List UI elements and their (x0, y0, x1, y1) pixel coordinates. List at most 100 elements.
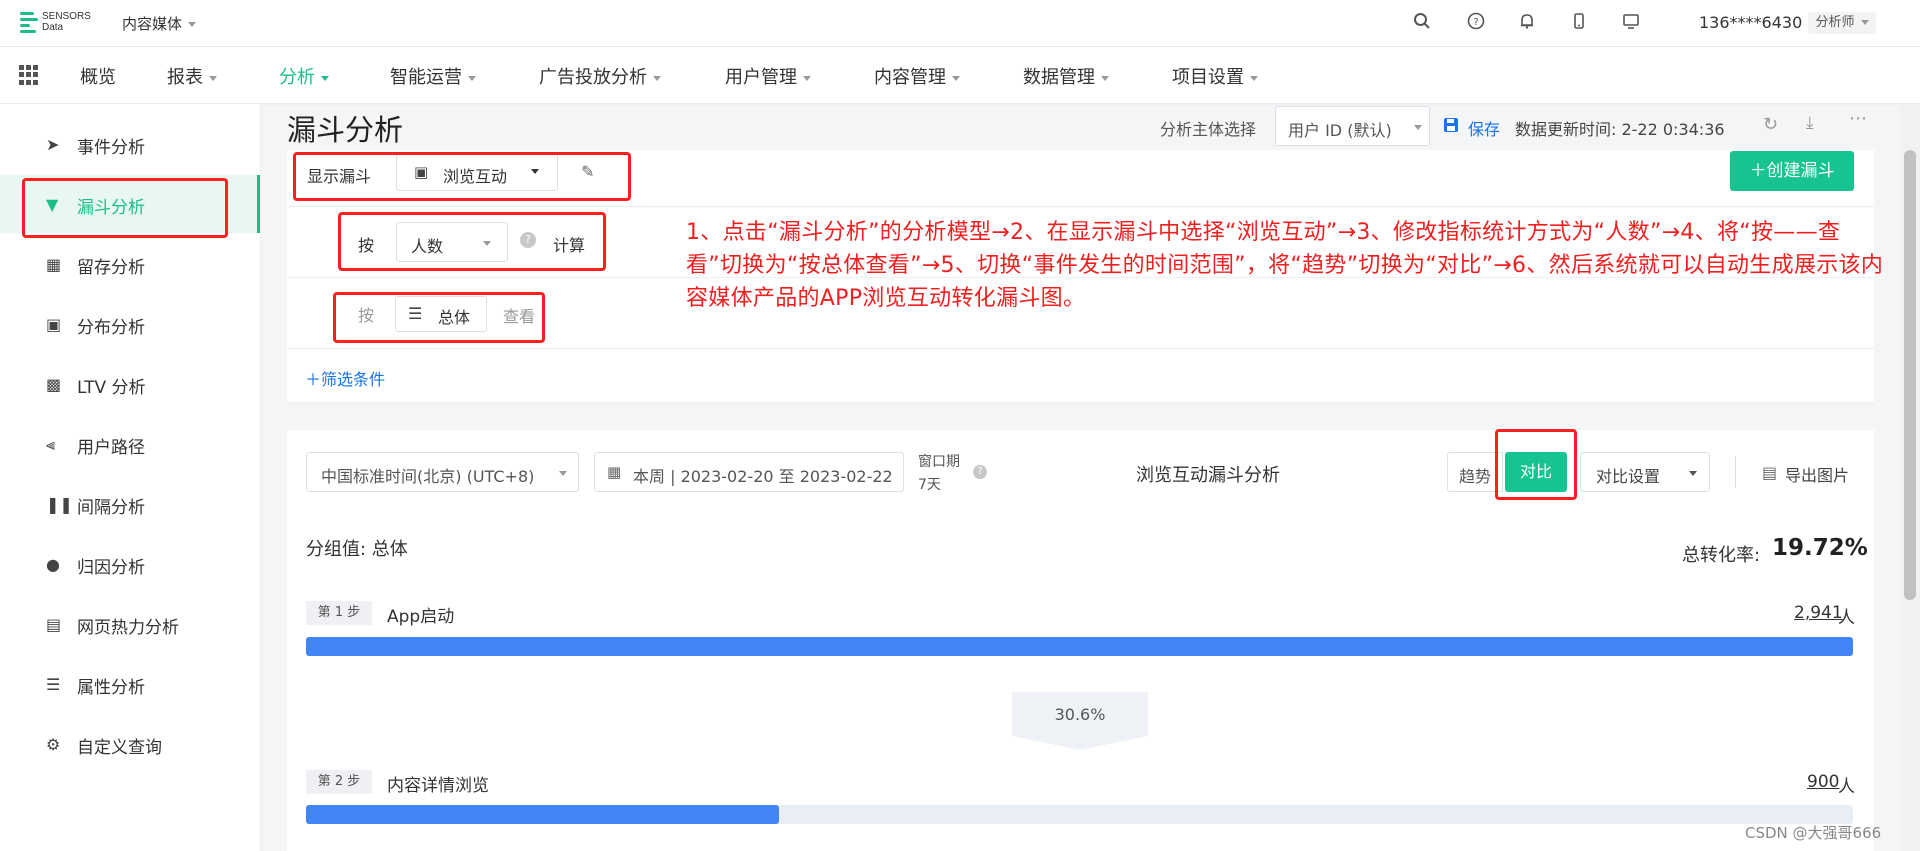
sidebar-label: 用户路径 (77, 438, 145, 458)
nav-overview[interactable]: 概览 (80, 63, 116, 89)
help-icon[interactable]: ? (1465, 12, 1487, 34)
step-tag: 第 1 步 (306, 601, 372, 625)
scrollbar-thumb[interactable] (1904, 150, 1916, 600)
refresh-icon[interactable]: ↻ (1763, 114, 1778, 135)
chevron-down-icon (1250, 75, 1258, 81)
create-funnel-button[interactable]: ＋创建漏斗 (1730, 151, 1854, 191)
user-phone[interactable]: 136****6430 (1699, 13, 1802, 32)
svg-text:?: ? (1473, 17, 1478, 28)
chevron-down-icon (1689, 471, 1697, 476)
sidebar-label: 事件分析 (77, 138, 145, 158)
chevron-down-icon (653, 75, 661, 81)
filter-label: 筛选条件 (321, 370, 386, 389)
create-funnel-label: 创建漏斗 (1766, 161, 1835, 181)
compare-settings-select[interactable]: 对比设置 (1580, 452, 1710, 492)
sidebar-item-ltv-analysis[interactable]: ▩ LTV 分析 (0, 355, 260, 413)
sidebar-item-custom-query[interactable]: ⚙ 自定义查询 (0, 715, 260, 773)
webpage-heatmap-icon: ▤ (46, 615, 62, 634)
help-icon[interactable]: ? (973, 465, 987, 479)
date-range-picker[interactable]: ▦ 本周 | 2023-02-20 至 2023-02-22 (594, 452, 904, 492)
monitor-icon[interactable] (1620, 12, 1642, 34)
apps-grid-icon[interactable] (19, 65, 39, 85)
divider (287, 206, 1874, 207)
step-bar-fill (306, 637, 1853, 656)
search-icon[interactable] (1411, 12, 1433, 34)
custom-query-icon: ⚙ (46, 735, 61, 754)
project-switcher[interactable]: 内容媒体 (122, 13, 197, 34)
chevron-down-icon (559, 471, 567, 476)
nav-analysis[interactable]: 分析 (279, 63, 329, 89)
step-count[interactable]: 900 (1807, 772, 1839, 792)
chart-title: 浏览互动漏斗分析 (1136, 465, 1280, 486)
nav-user-mgmt[interactable]: 用户管理 (725, 63, 811, 89)
nav-smart-ops[interactable]: 智能运营 (390, 63, 476, 89)
sidebar-item-interval-analysis[interactable]: ❚❚ 间隔分析 (0, 475, 260, 533)
sidebar-item-user-path[interactable]: ⫷ 用户路径 (0, 415, 260, 473)
project-name: 内容媒体 (122, 15, 183, 33)
user-role-menu[interactable]: 分析师 (1808, 12, 1876, 34)
sidebar-item-event-analysis[interactable]: ➤ 事件分析 (0, 115, 260, 173)
sidebar-label: 归因分析 (77, 558, 145, 578)
step-unit: 人 (1838, 608, 1855, 628)
subject-label: 分析主体选择 (1160, 120, 1257, 139)
user-role-label: 分析师 (1815, 15, 1855, 30)
more-icon[interactable]: ⋯ (1849, 108, 1867, 129)
nav-label: 数据管理 (1023, 67, 1095, 88)
nav-project-settings[interactable]: 项目设置 (1172, 63, 1258, 89)
export-image-button[interactable]: 导出图片 (1785, 462, 1849, 486)
nav-label: 用户管理 (725, 67, 797, 88)
window-label: 窗口期 (918, 454, 960, 470)
add-filter-button[interactable]: ＋筛选条件 (305, 366, 385, 390)
retention-grid-icon: ▦ (46, 255, 62, 274)
step-count[interactable]: 2,941 (1794, 603, 1843, 623)
nav-content-mgmt[interactable]: 内容管理 (874, 63, 960, 89)
property-icon: ☰ (46, 675, 61, 694)
subject-select[interactable]: 用户 ID (默认) (1275, 106, 1430, 146)
save-icon[interactable] (1443, 117, 1459, 133)
timezone-select[interactable]: 中国标准时间(北京) (UTC+8) (306, 452, 579, 492)
download-icon[interactable]: ⤓ (1806, 113, 1814, 133)
sidebar-item-heatmap-analysis[interactable]: ▤ 网页热力分析 (0, 595, 260, 653)
watermark: CSDN @大强哥666 (1745, 824, 1882, 842)
nav-label: 项目设置 (1172, 67, 1244, 88)
sidebar-item-distribution-analysis[interactable]: ▣ 分布分析 (0, 295, 260, 353)
total-conversion-label: 总转化率: (1682, 545, 1761, 566)
sidebar-label: 自定义查询 (77, 738, 162, 758)
cursor-click-icon: ➤ (46, 135, 60, 154)
sidebar-item-retention-analysis[interactable]: ▦ 留存分析 (0, 235, 260, 293)
nav-label: 概览 (80, 67, 116, 88)
sidebar-item-property-analysis[interactable]: ☰ 属性分析 (0, 655, 260, 713)
active-indicator (257, 175, 260, 233)
nav-ad-analysis[interactable]: 广告投放分析 (539, 63, 661, 89)
page-title: 漏斗分析 (287, 113, 404, 147)
plus-icon: ＋ (305, 370, 322, 389)
brand-logo-text: SENSORS Data (42, 11, 91, 33)
bell-icon[interactable] (1516, 12, 1538, 34)
chevron-down-icon (803, 75, 811, 81)
sidebar-item-attribution-analysis[interactable]: ● 归因分析 (0, 535, 260, 593)
sidebar-label: 间隔分析 (77, 498, 145, 518)
highlight-box-funnel (293, 152, 631, 201)
nav-reports[interactable]: 报表 (167, 63, 217, 89)
highlight-box-metric (338, 212, 606, 271)
save-button[interactable]: 保存 (1468, 116, 1500, 140)
annotation-text: 1、点击“漏斗分析”的分析模型→2、在显示漏斗中选择“浏览互动”→3、修改指标统… (686, 220, 1884, 311)
sensors-logo-icon (20, 10, 38, 36)
highlight-box-group (333, 292, 545, 343)
step-bar-track (306, 805, 1853, 824)
calendar-icon: ▦ (607, 463, 622, 481)
brand-line1: SENSORS (42, 11, 91, 22)
step-unit: 人 (1838, 777, 1855, 797)
interval-icon: ❚❚ (46, 495, 73, 514)
nav-data-mgmt[interactable]: 数据管理 (1023, 63, 1109, 89)
divider (1735, 456, 1736, 488)
step-bar-fill (306, 805, 780, 824)
group-value-label: 分组值: 总体 (306, 539, 408, 560)
mobile-icon[interactable] (1568, 12, 1590, 34)
timezone-value: 中国标准时间(北京) (UTC+8) (321, 467, 535, 486)
step-name: 内容详情浏览 (387, 776, 489, 796)
nav-label: 分析 (279, 67, 315, 88)
sidebar-label: 网页热力分析 (77, 618, 179, 638)
chevron-down-icon (321, 75, 329, 81)
distribution-icon: ▣ (46, 315, 62, 334)
